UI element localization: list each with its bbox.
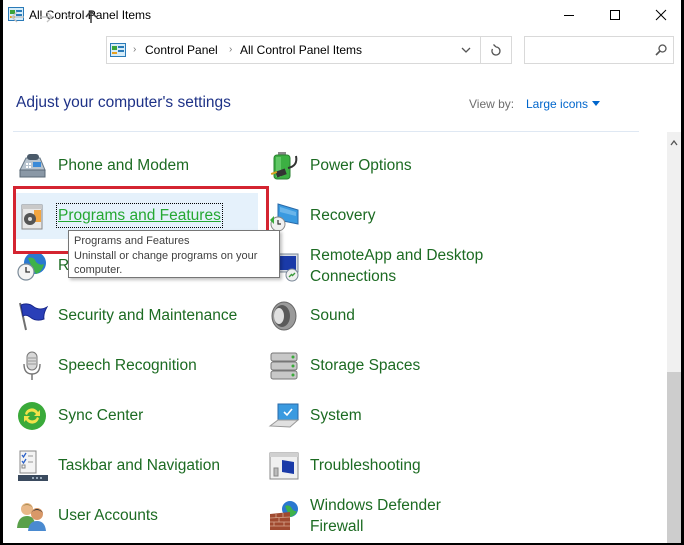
- item-phone-and-modem[interactable]: Phone and Modem: [13, 143, 258, 189]
- view-by-label: View by:: [469, 97, 515, 111]
- computer-icon: [268, 403, 300, 428]
- breadcrumb-all-items[interactable]: All Control Panel Items: [240, 43, 362, 57]
- item-windows-defender-firewall[interactable]: Windows Defender Firewall: [265, 493, 510, 539]
- sync-icon: [18, 402, 46, 430]
- scroll-up-button[interactable]: [667, 136, 681, 150]
- item-label[interactable]: Programs and Features: [56, 203, 223, 228]
- flag-icon: [19, 302, 48, 331]
- item-label[interactable]: System: [310, 405, 362, 426]
- breadcrumb-separator-icon[interactable]: ›: [133, 44, 136, 55]
- refresh-button[interactable]: [480, 36, 512, 64]
- address-history-button[interactable]: [454, 36, 478, 64]
- control-panel-icon: [110, 43, 126, 57]
- up-button[interactable]: [82, 8, 100, 26]
- item-sync-center[interactable]: Sync Center: [13, 393, 258, 439]
- divider: [13, 131, 639, 132]
- search-input[interactable]: [524, 36, 674, 64]
- item-label[interactable]: Taskbar and Navigation: [58, 455, 220, 476]
- item-label[interactable]: Speech Recognition: [58, 355, 197, 376]
- item-troubleshooting[interactable]: Troubleshooting: [265, 443, 510, 489]
- item-speech-recognition[interactable]: Speech Recognition: [13, 343, 258, 389]
- troubleshooting-icon: [269, 452, 299, 480]
- view-by-dropdown[interactable]: Large icons: [526, 97, 588, 111]
- item-system[interactable]: System: [265, 393, 510, 439]
- item-label[interactable]: Power Options: [310, 155, 412, 176]
- recent-locations-button[interactable]: [63, 8, 75, 26]
- maximize-icon: [610, 10, 620, 20]
- scrollbar-thumb[interactable]: [667, 372, 681, 543]
- close-icon: [655, 9, 667, 21]
- address-bar[interactable]: › Control Panel › All Control Panel Item…: [106, 36, 481, 64]
- breadcrumb-control-panel[interactable]: Control Panel: [145, 43, 218, 57]
- item-label[interactable]: Troubleshooting: [310, 455, 421, 476]
- microphone-icon: [23, 351, 41, 380]
- phone-modem-icon: [19, 154, 46, 178]
- control-panel-window: All Control Panel Items › Control Panel: [3, 0, 681, 543]
- chevron-down-icon: [461, 47, 471, 53]
- close-button[interactable]: [638, 0, 681, 30]
- item-label[interactable]: Security and Maintenance: [58, 305, 237, 326]
- item-label[interactable]: Sync Center: [58, 405, 143, 426]
- item-label[interactable]: Sound: [310, 305, 355, 326]
- recovery-icon: [270, 203, 299, 232]
- tooltip-title: Programs and Features: [74, 235, 190, 247]
- item-remoteapp-and-desktop-connections[interactable]: RemoteApp and Desktop Connections: [265, 243, 510, 289]
- users-icon: [17, 503, 46, 531]
- item-storage-spaces[interactable]: Storage Spaces: [265, 343, 510, 389]
- item-label[interactable]: Phone and Modem: [58, 155, 189, 176]
- item-security-and-maintenance[interactable]: Security and Maintenance: [13, 293, 258, 339]
- item-label[interactable]: User Accounts: [58, 505, 158, 526]
- item-label[interactable]: Windows Defender Firewall: [310, 495, 441, 537]
- minimize-icon: [564, 15, 574, 16]
- chevron-up-icon: [670, 140, 678, 146]
- chevron-down-icon: [65, 14, 73, 19]
- region-icon: [17, 252, 46, 281]
- speaker-icon: [271, 301, 297, 331]
- vertical-scrollbar[interactable]: [667, 132, 681, 543]
- storage-icon: [270, 352, 298, 380]
- title-bar: All Control Panel Items: [3, 0, 681, 30]
- item-taskbar-and-navigation[interactable]: Taskbar and Navigation: [13, 443, 258, 489]
- item-user-accounts[interactable]: User Accounts: [13, 493, 258, 539]
- arrow-right-icon: [40, 11, 53, 23]
- item-recovery[interactable]: Recovery: [265, 193, 510, 239]
- firewall-icon: [269, 501, 298, 530]
- item-sound[interactable]: Sound: [265, 293, 510, 339]
- breadcrumb-separator-icon[interactable]: ›: [229, 44, 232, 55]
- item-label[interactable]: Recovery: [310, 205, 375, 226]
- item-power-options[interactable]: Power Options: [265, 143, 510, 189]
- page-heading: Adjust your computer's settings: [16, 94, 231, 111]
- forward-button[interactable]: [37, 8, 55, 26]
- minimize-button[interactable]: [546, 0, 592, 30]
- item-label[interactable]: RemoteApp and Desktop Connections: [310, 245, 483, 287]
- item-label[interactable]: Storage Spaces: [310, 355, 420, 376]
- programs-features-icon: [21, 204, 43, 230]
- refresh-icon: [490, 44, 501, 56]
- search-icon: [655, 44, 667, 56]
- battery-icon: [270, 152, 298, 180]
- arrow-left-icon: [11, 11, 24, 23]
- tooltip: Programs and Features Uninstall or chang…: [68, 230, 280, 278]
- back-button[interactable]: [9, 8, 27, 26]
- arrow-up-icon: [85, 10, 97, 23]
- taskbar-icon: [18, 450, 48, 481]
- maximize-button[interactable]: [592, 0, 638, 30]
- tooltip-description: Uninstall or change programs on your com…: [74, 249, 258, 277]
- caret-down-icon[interactable]: [592, 101, 600, 106]
